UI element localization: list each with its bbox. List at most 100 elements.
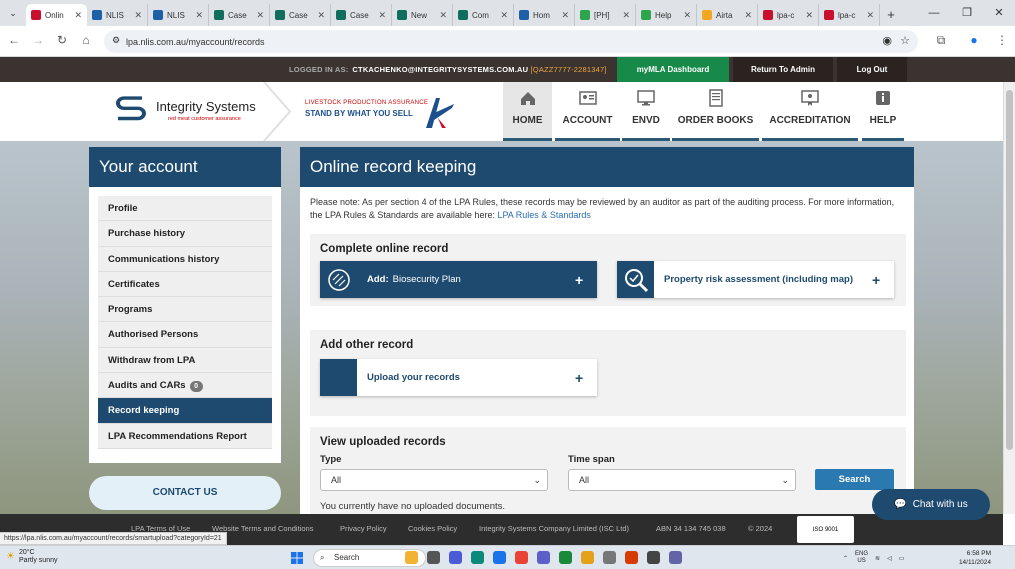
home-browser-icon[interactable]: ⌂ bbox=[78, 33, 94, 47]
sidebar-item-certificates[interactable]: Certificates bbox=[98, 271, 272, 298]
tab-search-icon[interactable]: ⌄ bbox=[0, 0, 26, 26]
sidebar-item-authorised-persons[interactable]: Authorised Persons bbox=[98, 322, 272, 348]
browser-tab[interactable]: New ✕ bbox=[392, 4, 453, 26]
footer-link[interactable]: Privacy Policy bbox=[340, 524, 387, 533]
chat-with-us-button[interactable]: 💬 Chat with us bbox=[872, 489, 990, 520]
edge-icon[interactable] bbox=[471, 551, 484, 564]
nav-home[interactable]: HOME bbox=[503, 82, 552, 141]
nav-account[interactable]: ACCOUNT bbox=[555, 82, 620, 141]
excel-icon[interactable] bbox=[559, 551, 572, 564]
browser-tab[interactable]: lpa-c ✕ bbox=[758, 4, 819, 26]
time-span-select[interactable]: All ⌄ bbox=[568, 469, 796, 491]
notepad-icon[interactable] bbox=[647, 551, 660, 564]
close-window-button[interactable]: ✕ bbox=[983, 0, 1015, 26]
search-button[interactable]: Search bbox=[815, 469, 894, 490]
tab-close-icon[interactable]: ✕ bbox=[622, 10, 630, 21]
nav-accreditation[interactable]: ACCREDITATION bbox=[762, 82, 858, 141]
lpa-rules-link[interactable]: LPA Rules & Standards bbox=[497, 210, 590, 220]
new-tab-button[interactable]: + bbox=[880, 4, 902, 26]
profile-avatar[interactable]: ● bbox=[966, 33, 982, 47]
maximize-button[interactable]: ❐ bbox=[951, 0, 983, 26]
type-label: Type bbox=[320, 454, 342, 465]
teams-chat-icon[interactable] bbox=[669, 551, 682, 564]
browser-tab[interactable]: NLIS ✕ bbox=[87, 4, 148, 26]
type-select[interactable]: All ⌄ bbox=[320, 469, 548, 491]
browser-tab[interactable]: NLIS ✕ bbox=[148, 4, 209, 26]
tab-close-icon[interactable]: ✕ bbox=[439, 10, 447, 21]
reload-icon[interactable]: ↻ bbox=[54, 33, 70, 47]
browser-tab[interactable]: Case ✕ bbox=[331, 4, 392, 26]
tab-close-icon[interactable]: ✕ bbox=[805, 10, 813, 21]
browser-tab[interactable]: Onlin ✕ bbox=[26, 4, 87, 26]
nav-help[interactable]: HELP bbox=[862, 82, 904, 141]
page-scrollbar[interactable] bbox=[1003, 82, 1015, 514]
sidebar-item-programs[interactable]: Programs bbox=[98, 297, 272, 323]
snipping-tool-icon[interactable] bbox=[625, 551, 638, 564]
files-app-icon[interactable] bbox=[405, 551, 418, 564]
sidebar-item-lpa-recommendations-report[interactable]: LPA Recommendations Report bbox=[98, 423, 272, 449]
tab-close-icon[interactable]: ✕ bbox=[74, 10, 82, 21]
footer-link[interactable]: Website Terms and Conditions bbox=[212, 524, 313, 533]
bookmark-star-icon[interactable]: ☆ bbox=[900, 34, 910, 47]
browser-tab[interactable]: Airta ✕ bbox=[697, 4, 758, 26]
sidebar-item-audits-and-cars[interactable]: Audits and CARs 0 bbox=[98, 373, 272, 399]
tab-close-icon[interactable]: ✕ bbox=[378, 10, 386, 21]
browser-tab[interactable]: Com ✕ bbox=[453, 4, 514, 26]
forward-icon[interactable]: → bbox=[30, 33, 46, 47]
log-out-button[interactable]: Log Out bbox=[837, 57, 907, 82]
tab-close-icon[interactable]: ✕ bbox=[744, 10, 752, 21]
nav-envd[interactable]: ENVD bbox=[622, 82, 670, 141]
tab-close-icon[interactable]: ✕ bbox=[195, 10, 203, 21]
upload-your-records-button[interactable]: Upload your records + bbox=[320, 359, 597, 396]
sidebar-item-label: LPA Recommendations Report bbox=[108, 430, 247, 442]
tab-favicon-icon bbox=[92, 10, 102, 20]
browser-tab[interactable]: Case ✕ bbox=[209, 4, 270, 26]
browser-tab[interactable]: Case ✕ bbox=[270, 4, 331, 26]
integrity-systems-logo[interactable]: Integrity Systems red meat customer assu… bbox=[112, 96, 256, 126]
browser-tab[interactable]: Hom ✕ bbox=[514, 4, 575, 26]
browser-tab[interactable]: [PH] ✕ bbox=[575, 4, 636, 26]
sidebar-item-label: Communications history bbox=[108, 253, 220, 265]
tab-close-icon[interactable]: ✕ bbox=[866, 10, 874, 21]
tab-close-icon[interactable]: ✕ bbox=[134, 10, 142, 21]
minimize-button[interactable]: — bbox=[918, 0, 950, 26]
tab-close-icon[interactable]: ✕ bbox=[500, 10, 508, 21]
system-tray[interactable]: ⌃ ENG US ≋ ◁ ▭ bbox=[843, 546, 904, 569]
contact-us-button[interactable]: CONTACT US bbox=[89, 476, 281, 510]
notes-icon[interactable] bbox=[603, 551, 616, 564]
tab-close-icon[interactable]: ✕ bbox=[561, 10, 569, 21]
add-biosecurity-plan-button[interactable]: Add: Biosecurity Plan + bbox=[320, 261, 597, 298]
browser-tab[interactable]: lpa-c ✕ bbox=[819, 4, 880, 26]
tab-close-icon[interactable]: ✕ bbox=[317, 10, 325, 21]
tab-close-icon[interactable]: ✕ bbox=[256, 10, 264, 21]
count-badge: 0 bbox=[189, 381, 203, 393]
outlook-icon[interactable] bbox=[493, 551, 506, 564]
task-view-icon[interactable] bbox=[427, 551, 440, 564]
browser-menu-icon[interactable]: ⋮ bbox=[994, 33, 1010, 47]
taskbar-clock[interactable]: 6:58 PM 14/11/2024 bbox=[955, 549, 991, 567]
windows-start-icon[interactable] bbox=[291, 552, 303, 564]
mymla-dashboard-button[interactable]: myMLA Dashboard bbox=[617, 57, 729, 82]
sidebar-item-record-keeping[interactable]: Record keeping bbox=[98, 398, 272, 424]
eye-icon[interactable]: ◉ bbox=[882, 34, 892, 47]
lpa-logo[interactable]: LIVESTOCK PRODUCTION ASSURANCE STAND BY … bbox=[305, 100, 428, 118]
teams-icon[interactable] bbox=[449, 551, 462, 564]
sidebar-item-profile[interactable]: Profile bbox=[98, 196, 272, 222]
weather-widget[interactable]: ☀ 20°C Partly sunny bbox=[6, 549, 58, 565]
sidebar-item-communications-history[interactable]: Communications history bbox=[98, 246, 272, 272]
file-explorer-icon[interactable] bbox=[581, 551, 594, 564]
sidebar-item-purchase-history[interactable]: Purchase history bbox=[98, 221, 272, 247]
property-risk-assessment-button[interactable]: Property risk assessment (including map)… bbox=[617, 261, 894, 298]
teams-classic-icon[interactable] bbox=[537, 551, 550, 564]
nav-order-books[interactable]: ORDER BOOKS bbox=[672, 82, 759, 141]
browser-tab[interactable]: Help ✕ bbox=[636, 4, 697, 26]
sidebar-item-withdraw-from-lpa[interactable]: Withdraw from LPA bbox=[98, 347, 272, 374]
address-bar[interactable]: ⚙ lpa.nlis.com.au/myaccount/records ◉ ☆ bbox=[104, 30, 918, 53]
chrome-icon[interactable] bbox=[515, 551, 528, 564]
site-info-icon[interactable]: ⚙ bbox=[112, 35, 120, 46]
extensions-icon[interactable]: ⧉ bbox=[933, 33, 949, 48]
tab-close-icon[interactable]: ✕ bbox=[683, 10, 691, 21]
return-to-admin-button[interactable]: Return To Admin bbox=[733, 57, 833, 82]
back-icon[interactable]: ← bbox=[6, 33, 22, 47]
footer-link[interactable]: Cookies Policy bbox=[408, 524, 457, 533]
